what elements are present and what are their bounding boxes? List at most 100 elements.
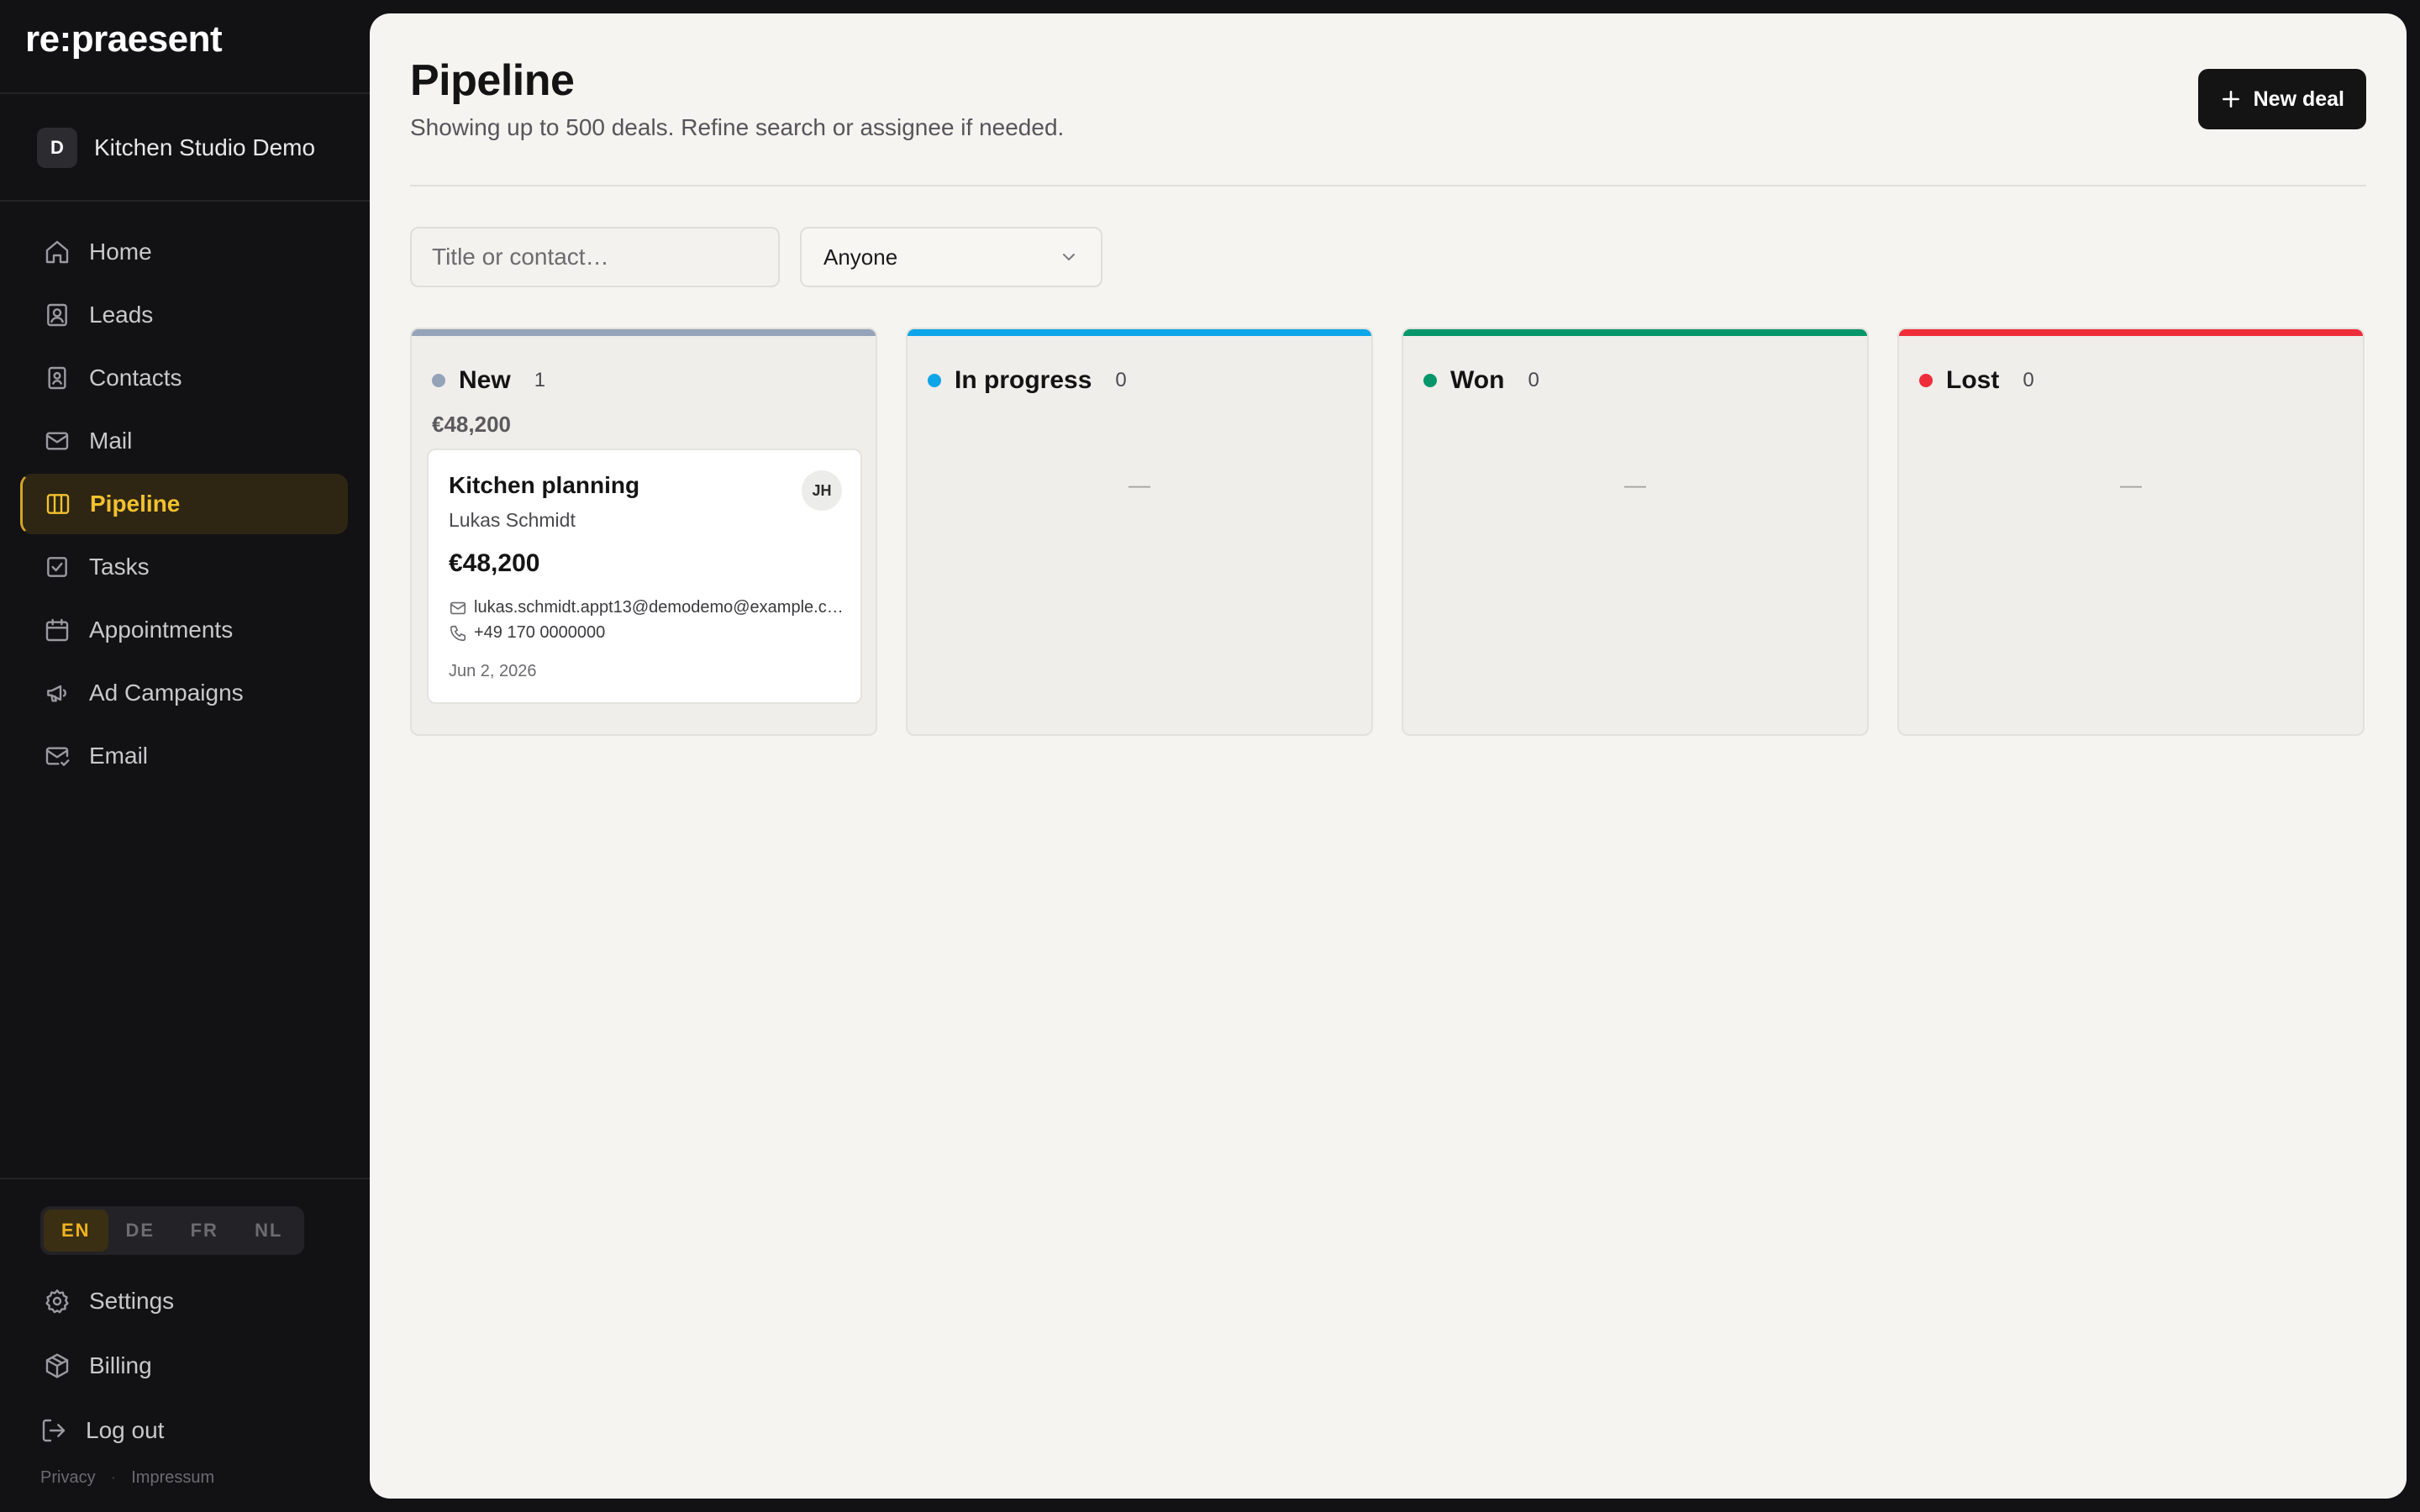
sidebar-item-leads[interactable]: Leads (20, 285, 348, 345)
box-icon (45, 1353, 69, 1378)
assignee-select[interactable]: Anyone (800, 227, 1102, 287)
sidebar-item-label: Ad Campaigns (89, 680, 244, 706)
new-deal-label: New deal (2253, 87, 2344, 111)
search-input[interactable] (410, 227, 780, 287)
email-icon (45, 747, 70, 766)
sidebar-item-home[interactable]: Home (20, 222, 348, 282)
contacts-icon (48, 366, 66, 390)
language-switcher: EN DE FR NL (40, 1206, 304, 1255)
column-empty-state: — (1624, 472, 1646, 497)
new-deal-button[interactable]: New deal (2197, 69, 2366, 129)
leads-icon (47, 303, 67, 327)
language-option-en[interactable]: EN (44, 1210, 108, 1252)
sidebar-divider (0, 200, 370, 202)
pipeline-column-in-progress: In progress 0 — (906, 328, 1373, 736)
deal-email[interactable]: lukas.schmidt.appt13@demodemo@example.co… (474, 598, 844, 617)
sidebar-item-appointments[interactable]: Appointments (20, 600, 348, 660)
deal-contact: Lukas Schmidt (449, 509, 576, 531)
sidebar-item-label: Log out (86, 1417, 165, 1443)
privacy-link[interactable]: Privacy (40, 1468, 96, 1488)
main-panel: Pipeline Showing up to 500 deals. Refine… (370, 13, 2407, 1499)
sidebar-item-label: Leads (89, 302, 154, 328)
plus-icon (2222, 91, 2239, 108)
column-color-bar (1403, 329, 1867, 336)
assignee-selected-value: Anyone (823, 244, 898, 270)
chevron-down-icon (1063, 254, 1075, 260)
sidebar-item-email[interactable]: Email (20, 726, 348, 786)
sidebar-item-mail[interactable]: Mail (20, 411, 348, 471)
sidebar-divider (0, 1178, 370, 1179)
sidebar-item-label: Mail (89, 428, 133, 454)
column-status-dot (1423, 374, 1437, 387)
column-color-bar (908, 329, 1371, 336)
pipeline-column-lost: Lost 0 — (1897, 328, 2365, 736)
deal-phone[interactable]: +49 170 0000000 (474, 623, 605, 643)
gear-icon (45, 1289, 69, 1314)
column-status-dot (432, 374, 445, 387)
workspace-name: Kitchen Studio Demo (94, 134, 316, 160)
sidebar-item-tasks[interactable]: Tasks (20, 537, 348, 597)
pipeline-column-won: Won 0 — (1402, 328, 1869, 736)
tasks-icon (47, 557, 67, 577)
impressum-link[interactable]: Impressum (131, 1468, 214, 1488)
column-header: In progress 0 (928, 366, 1127, 395)
sidebar-item-label: Home (89, 239, 152, 265)
sidebar-item-contacts[interactable]: Contacts (20, 348, 348, 408)
deal-amount: €48,200 (449, 549, 540, 577)
mail-icon (450, 601, 466, 614)
sidebar-item-label: Tasks (89, 554, 150, 580)
page-subtitle: Showing up to 500 deals. Refine search o… (410, 114, 1065, 140)
deal-date: Jun 2, 2026 (449, 662, 537, 680)
sidebar-item-label: Pipeline (90, 491, 181, 517)
assignee-avatar: JH (802, 470, 842, 511)
column-header: Lost 0 (1919, 366, 2034, 395)
sidebar-divider (0, 92, 370, 94)
sidebar-item-label: Settings (89, 1288, 175, 1314)
column-empty-state: — (2120, 472, 2142, 497)
megaphone-icon (47, 685, 66, 702)
column-status-dot (1919, 374, 1933, 387)
column-status-dot (928, 374, 941, 387)
column-count: 0 (2023, 369, 2034, 391)
sidebar-item-settings[interactable]: Settings (20, 1270, 348, 1332)
language-option-fr[interactable]: FR (172, 1210, 237, 1252)
sidebar-item-pipeline[interactable]: Pipeline (20, 474, 348, 534)
workspace-switcher[interactable]: D Kitchen Studio Demo (37, 128, 315, 168)
calendar-icon (45, 618, 69, 642)
column-empty-state: — (1128, 472, 1150, 497)
sidebar-item-billing[interactable]: Billing (20, 1335, 348, 1397)
sidebar-item-label: Appointments (89, 617, 234, 643)
deal-card[interactable]: Kitchen planning JH Lukas Schmidt €48,20… (427, 449, 862, 704)
sidebar-item-label: Email (89, 743, 149, 769)
column-count: 0 (1528, 369, 1539, 391)
sidebar: re:praesent D Kitchen Studio Demo Home L… (0, 0, 370, 1512)
logout-icon (42, 1419, 66, 1442)
language-option-nl[interactable]: NL (237, 1210, 302, 1252)
column-color-bar (412, 329, 876, 336)
home-icon (45, 240, 69, 264)
sidebar-item-label: Contacts (89, 365, 182, 391)
app-logo[interactable]: re:praesent (25, 18, 223, 60)
column-title: In progress (955, 366, 1092, 394)
deal-phone-row: +49 170 0000000 (449, 623, 844, 643)
sidebar-nav: Home Leads Contacts Mail Pipeline Tasks … (20, 222, 348, 789)
page-title: Pipeline (410, 56, 575, 105)
sidebar-item-ad-campaigns[interactable]: Ad Campaigns (20, 663, 348, 723)
language-option-de[interactable]: DE (108, 1210, 173, 1252)
sidebar-item-logout[interactable]: Log out (20, 1399, 348, 1462)
column-count: 1 (534, 369, 546, 391)
column-color-bar (1899, 329, 2363, 336)
column-count: 0 (1115, 369, 1127, 391)
workspace-avatar: D (37, 128, 77, 168)
header-divider (410, 185, 2366, 186)
pipeline-column-new: New 1 €48,200 Kitchen planning JH Lukas … (410, 328, 877, 736)
column-title: Lost (1946, 366, 2000, 394)
deal-title: Kitchen planning (449, 472, 640, 498)
footer-separator: · (110, 1468, 117, 1487)
sidebar-bottom-nav: Settings Billing Log out (20, 1270, 348, 1464)
footer-links: Privacy · Impressum (40, 1468, 214, 1488)
deal-email-row: lukas.schmidt.appt13@demodemo@example.co… (449, 598, 844, 617)
column-title: Won (1450, 366, 1505, 394)
mail-icon (45, 432, 69, 450)
column-header: Won 0 (1423, 366, 1539, 395)
